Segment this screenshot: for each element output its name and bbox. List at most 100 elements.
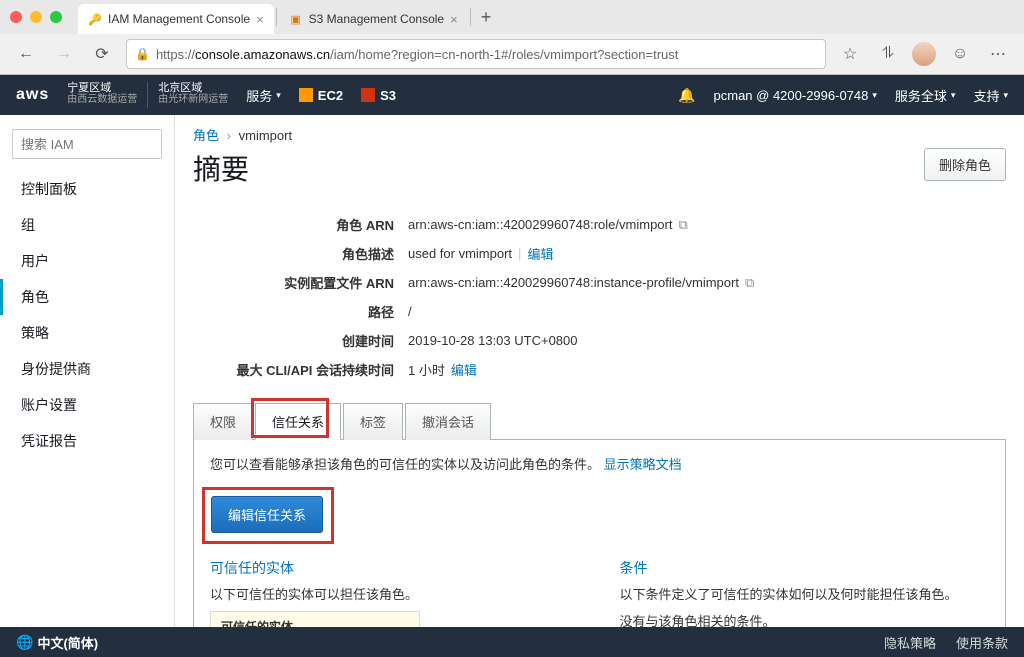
- breadcrumb-roles-link[interactable]: 角色: [193, 128, 219, 143]
- smiley-button[interactable]: ☺: [946, 40, 974, 68]
- global-services-menu[interactable]: 服务全球 ▾: [895, 86, 956, 105]
- minimize-window-button[interactable]: [30, 11, 42, 23]
- ec2-label: EC2: [318, 88, 343, 103]
- browser-tab-s3[interactable]: ▣ S3 Management Console ×: [279, 4, 468, 34]
- region-selector[interactable]: 宁夏区域 由西云数据运营 北京区域 由光环新网运营: [67, 82, 228, 108]
- edit-max-session-link[interactable]: 编辑: [451, 360, 477, 379]
- tab-trust-relationships[interactable]: 信任关系: [255, 403, 341, 440]
- sidebar-item-policies[interactable]: 策略: [0, 315, 174, 351]
- breadcrumb-separator: ›: [227, 128, 231, 143]
- role-tabs: 权限 信任关系 标签 撤消会话: [193, 402, 1006, 440]
- tab-separator: [276, 8, 277, 26]
- trusted-table-header: 可信任的实体: [211, 612, 419, 627]
- conditions-desc: 以下条件定义了可信任的实体如何以及何时能担任该角色。: [620, 584, 990, 603]
- role-details: 角色 ARN arn:aws-cn:iam::420029960748:role…: [193, 210, 1006, 384]
- feedback-button[interactable]: 🌐 中文(简体): [16, 633, 98, 652]
- refresh-button[interactable]: ⟳: [88, 40, 116, 68]
- sidebar-search: [12, 129, 162, 159]
- label-max-session: 最大 CLI/API 会话持续时间: [193, 360, 408, 379]
- conditions-none: 没有与该角色相关的条件。: [620, 611, 990, 627]
- footer: 🌐 中文(简体) 隐私策略 使用条款: [0, 627, 1024, 657]
- maximize-window-button[interactable]: [50, 11, 62, 23]
- ec2-icon: [299, 88, 313, 102]
- tab-permissions[interactable]: 权限: [193, 403, 253, 440]
- page-header: 摘要 删除角色: [193, 148, 1006, 204]
- main-body: 控制面板 组 用户 角色 策略 身份提供商 账户设置 凭证报告 角色 › vmi…: [0, 115, 1024, 627]
- notifications-icon[interactable]: 🔔: [678, 87, 695, 104]
- chevron-down-icon: ▾: [276, 90, 281, 101]
- content: 角色 › vmimport 摘要 删除角色 角色 ARN arn:aws-cn:…: [175, 115, 1024, 627]
- close-window-button[interactable]: [10, 11, 22, 23]
- address-bar-row: ← → ⟳ 🔒 https://console.amazonaws.cn/iam…: [0, 34, 1024, 74]
- service-shortcut-ec2[interactable]: EC2: [299, 88, 343, 103]
- tab-favicon-icon: 🔑: [88, 12, 102, 26]
- sidebar-item-groups[interactable]: 组: [0, 207, 174, 243]
- titlebar: 🔑 IAM Management Console × ▣ S3 Manageme…: [0, 0, 1024, 34]
- sidebar-item-roles[interactable]: 角色: [0, 279, 174, 315]
- region-name: 北京区域: [158, 82, 228, 94]
- url-text: https://console.amazonaws.cn/iam/home?re…: [156, 47, 678, 62]
- reader-mode-button[interactable]: ☆: [836, 40, 864, 68]
- region-operator: 由光环新网运营: [158, 94, 228, 105]
- services-label: 服务: [246, 86, 272, 105]
- account-menu[interactable]: pcman @ 4200-2996-0748 ▾: [714, 88, 877, 103]
- tab-close-icon[interactable]: ×: [256, 12, 264, 27]
- conditions-column: 条件 以下条件定义了可信任的实体如何以及何时能担任该角色。 没有与该角色相关的条…: [620, 558, 990, 627]
- sidebar-item-identity-providers[interactable]: 身份提供商: [0, 351, 174, 387]
- region-beijing: 北京区域 由光环新网运营: [158, 82, 228, 108]
- browser-tab-iam[interactable]: 🔑 IAM Management Console ×: [78, 4, 274, 34]
- s3-icon: [361, 88, 375, 102]
- trust-relationships-panel: 您可以查看能够承担该角色的可信任的实体以及访问此角色的条件。 显示策略文档 编辑…: [193, 440, 1006, 627]
- edit-description-link[interactable]: 编辑: [527, 244, 553, 263]
- url-scheme: https://: [156, 47, 195, 62]
- search-input[interactable]: [12, 129, 162, 159]
- window-controls: [10, 11, 62, 23]
- terms-of-use-link[interactable]: 使用条款: [956, 633, 1008, 652]
- copy-icon[interactable]: ⧉: [678, 217, 687, 233]
- url-path: /iam/home?region=cn-north-1#/roles/vmimp…: [330, 47, 678, 62]
- service-shortcut-s3[interactable]: S3: [361, 88, 396, 103]
- sidebar-item-users[interactable]: 用户: [0, 243, 174, 279]
- tab-revoke-sessions[interactable]: 撤消会话: [405, 403, 491, 440]
- value-role-arn: arn:aws-cn:iam::420029960748:role/vmimpo…: [408, 217, 672, 232]
- privacy-policy-link[interactable]: 隐私策略: [884, 633, 936, 652]
- nav-back-button[interactable]: ←: [12, 40, 40, 68]
- value-path: /: [408, 304, 412, 319]
- aws-header: aws 宁夏区域 由西云数据运营 北京区域 由光环新网运营 服务 ▾ EC2 S…: [0, 75, 1024, 115]
- s3-label: S3: [380, 88, 396, 103]
- nav-forward-button[interactable]: →: [50, 40, 78, 68]
- edit-trust-relationship-button[interactable]: 编辑信任关系: [211, 496, 323, 533]
- page-title: 摘要: [193, 148, 249, 188]
- tab-tags[interactable]: 标签: [343, 403, 403, 440]
- sidebar-item-dashboard[interactable]: 控制面板: [0, 171, 174, 207]
- language-label: 中文(简体): [37, 633, 98, 652]
- value-instance-profile-arn: arn:aws-cn:iam::420029960748:instance-pr…: [408, 275, 739, 290]
- label-creation-time: 创建时间: [193, 331, 408, 350]
- browser-chrome: 🔑 IAM Management Console × ▣ S3 Manageme…: [0, 0, 1024, 75]
- label-role-description: 角色描述: [193, 244, 408, 263]
- new-tab-button[interactable]: +: [473, 7, 500, 28]
- copy-icon[interactable]: ⧉: [745, 275, 754, 291]
- trusted-entities-desc: 以下可信任的实体可以担任该角色。: [210, 584, 580, 603]
- sidebar: 控制面板 组 用户 角色 策略 身份提供商 账户设置 凭证报告: [0, 115, 175, 627]
- support-menu[interactable]: 支持 ▾: [973, 86, 1008, 105]
- delete-role-button[interactable]: 删除角色: [924, 148, 1006, 181]
- tab-title: S3 Management Console: [309, 12, 444, 26]
- profile-avatar[interactable]: [912, 42, 936, 66]
- favorites-button[interactable]: ⥮: [874, 40, 902, 68]
- region-name: 宁夏区域: [67, 82, 137, 94]
- tab-close-icon[interactable]: ×: [450, 12, 458, 27]
- browser-tabs: 🔑 IAM Management Console × ▣ S3 Manageme…: [78, 0, 499, 34]
- sidebar-item-account-settings[interactable]: 账户设置: [0, 387, 174, 423]
- value-creation-time: 2019-10-28 13:03 UTC+0800: [408, 333, 577, 348]
- global-label: 服务全球: [895, 86, 947, 105]
- globe-icon: 🌐: [16, 634, 33, 651]
- aws-logo[interactable]: aws: [16, 86, 49, 104]
- services-menu[interactable]: 服务 ▾: [246, 86, 281, 105]
- sidebar-item-credential-report[interactable]: 凭证报告: [0, 423, 174, 459]
- address-bar[interactable]: 🔒 https://console.amazonaws.cn/iam/home?…: [126, 39, 826, 69]
- show-policy-document-link[interactable]: 显示策略文档: [604, 457, 682, 472]
- support-label: 支持: [973, 86, 999, 105]
- more-button[interactable]: ⋯: [984, 40, 1012, 68]
- tab-separator: [470, 8, 471, 26]
